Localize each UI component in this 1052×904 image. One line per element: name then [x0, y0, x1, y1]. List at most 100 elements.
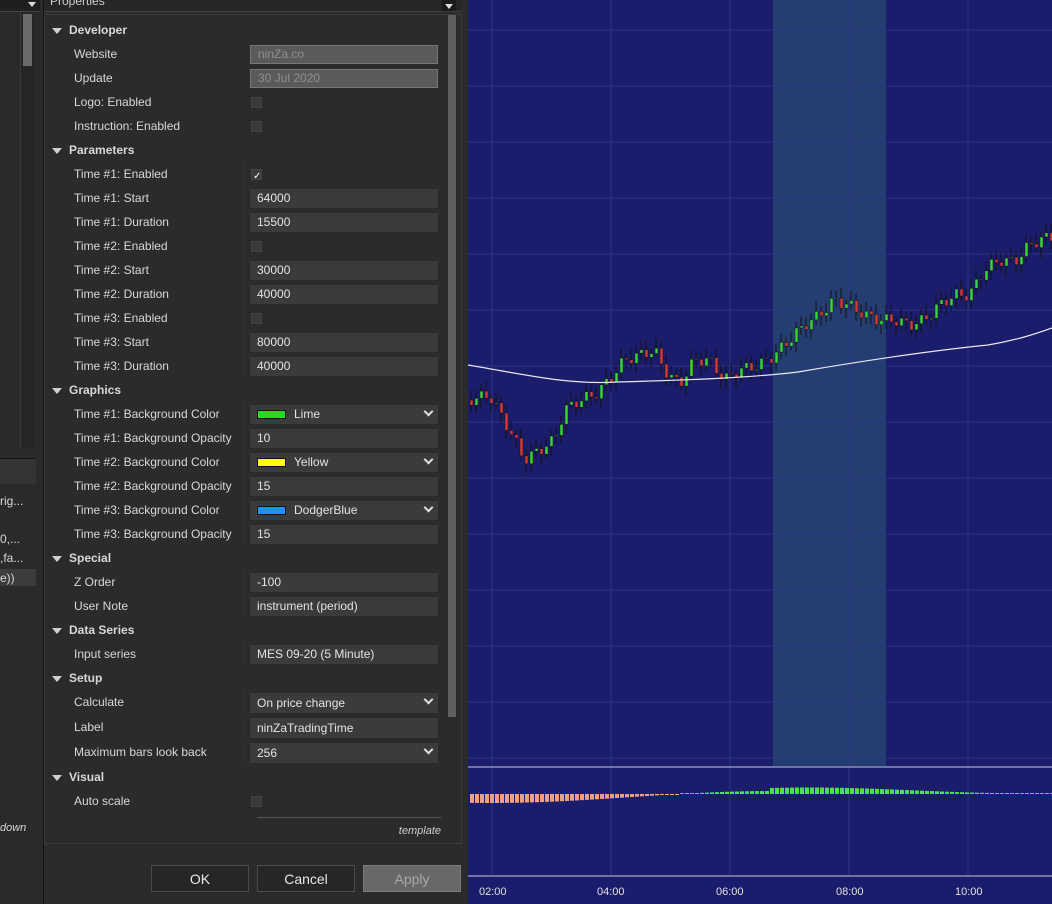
price-chart[interactable]: 02:00 04:00 06:00 08:00 10:00	[468, 0, 1052, 904]
calculate-value: On price change	[257, 696, 346, 710]
histogram-bar	[880, 789, 884, 794]
prop-label-field: Label ninZaTradingTime	[45, 715, 445, 740]
cancel-button[interactable]: Cancel	[257, 865, 355, 892]
left-panel-scrollbar[interactable]	[20, 12, 34, 448]
prop-label: Update	[74, 71, 113, 85]
chevron-down-icon[interactable]	[28, 2, 36, 7]
candle-body	[874, 314, 879, 325]
time1-duration-input[interactable]: 15500	[250, 213, 438, 232]
prop-label: Logo: Enabled	[74, 95, 152, 109]
candle-body	[644, 349, 649, 358]
collapse-triangle-icon[interactable]	[52, 556, 62, 562]
ok-button[interactable]: OK	[151, 865, 249, 892]
time3-bg-opacity-input[interactable]: 15	[250, 525, 438, 544]
histogram-bar	[940, 791, 944, 794]
candle-body	[939, 299, 944, 305]
category-developer[interactable]: Developer	[45, 18, 445, 42]
time1-enabled-checkbox[interactable]	[251, 165, 262, 189]
collapse-triangle-icon[interactable]	[52, 28, 62, 34]
candle-body	[1034, 243, 1039, 248]
candle-body	[784, 342, 789, 347]
candle-body	[634, 352, 639, 364]
time2-duration-input[interactable]: 40000	[250, 285, 438, 304]
candle-body	[474, 398, 479, 406]
max-bars-select[interactable]: 256	[250, 743, 438, 763]
category-visual[interactable]: Visual	[45, 765, 445, 789]
scrollbar-thumb[interactable]	[448, 15, 456, 717]
histogram-bar	[560, 794, 564, 802]
color-name: DodgerBlue	[294, 503, 358, 517]
calculate-select[interactable]: On price change	[250, 693, 438, 713]
left-fragment-4: e))	[0, 571, 15, 585]
histogram-bar	[775, 787, 779, 794]
histogram-bar	[1000, 793, 1004, 794]
candle-body	[534, 448, 539, 452]
time2-bg-opacity-input[interactable]: 15	[250, 477, 438, 496]
candle-body	[654, 347, 659, 354]
left-fragment-5: down	[0, 822, 27, 834]
prop-label: Time #3: Background Opacity	[74, 527, 232, 541]
z-order-input[interactable]: -100	[250, 573, 438, 592]
chevron-down-icon	[423, 694, 434, 705]
property-grid-scrollbar[interactable]	[446, 15, 458, 717]
user-note-input[interactable]: instrument (period)	[250, 597, 438, 616]
apply-button[interactable]: Apply	[363, 865, 461, 892]
auto-scale-checkbox[interactable]	[251, 796, 262, 807]
histogram-bar	[850, 788, 854, 794]
candle-body	[689, 359, 694, 377]
left-fragment-2: 0,...	[0, 532, 21, 546]
color-swatch	[257, 506, 286, 515]
candle-body	[754, 369, 759, 371]
histogram-bar	[475, 794, 479, 803]
category-special[interactable]: Special	[45, 546, 445, 570]
template-link[interactable]: template	[399, 825, 441, 837]
histogram-bar	[600, 794, 604, 799]
time2-start-input[interactable]: 30000	[250, 261, 438, 280]
candle-body	[779, 342, 784, 353]
time2-bg-color-select[interactable]: Yellow	[250, 453, 438, 472]
left-panel-topbar	[0, 0, 40, 12]
time2-enabled-checkbox[interactable]	[251, 241, 262, 252]
prop-label: Time #1: Background Color	[74, 407, 220, 421]
histogram-bar	[950, 791, 954, 794]
label-input[interactable]: ninZaTradingTime	[250, 718, 438, 738]
candle-body	[659, 347, 664, 365]
candle-body	[589, 391, 594, 398]
collapse-triangle-icon[interactable]	[52, 676, 62, 682]
category-data-series[interactable]: Data Series	[45, 618, 445, 642]
x-tick-label: 10:00	[955, 886, 983, 898]
histogram-bar	[575, 794, 579, 801]
time1-bg-color-select[interactable]: Lime	[250, 405, 438, 424]
prop-label: Website	[74, 47, 118, 61]
scrollbar-thumb[interactable]	[23, 14, 32, 66]
histogram-bar	[925, 790, 929, 794]
histogram-bar	[800, 787, 804, 794]
time1-start-input[interactable]: 64000	[250, 189, 438, 208]
time3-start-input[interactable]: 80000	[250, 333, 438, 352]
dialog-title: Properties	[50, 0, 105, 8]
histogram-bar	[795, 787, 799, 794]
histogram-bar	[755, 791, 759, 794]
candle-body	[764, 358, 769, 360]
category-parameters[interactable]: Parameters	[45, 138, 445, 162]
instruction-enabled-checkbox[interactable]	[251, 121, 262, 132]
time3-duration-input[interactable]: 40000	[250, 357, 438, 376]
time1-bg-opacity-input[interactable]: 10	[250, 429, 438, 448]
collapse-triangle-icon[interactable]	[52, 148, 62, 154]
histogram-bar	[805, 787, 809, 794]
title-dropdown[interactable]	[442, 0, 456, 11]
histogram-bar	[895, 789, 899, 794]
histogram-bar	[910, 790, 914, 794]
category-setup[interactable]: Setup	[45, 666, 445, 690]
collapse-triangle-icon[interactable]	[52, 628, 62, 634]
candle-body	[649, 353, 654, 358]
collapse-triangle-icon[interactable]	[52, 775, 62, 781]
category-graphics[interactable]: Graphics	[45, 378, 445, 402]
collapse-triangle-icon[interactable]	[52, 388, 62, 394]
histogram-bar	[970, 792, 974, 794]
time3-enabled-checkbox[interactable]	[251, 313, 262, 324]
logo-enabled-checkbox[interactable]	[251, 97, 262, 108]
input-series-field[interactable]: MES 09-20 (5 Minute)	[250, 645, 438, 664]
properties-dialog: Properties Developer Website ninZa.co Upd…	[44, 0, 468, 904]
time3-bg-color-select[interactable]: DodgerBlue	[250, 501, 438, 520]
